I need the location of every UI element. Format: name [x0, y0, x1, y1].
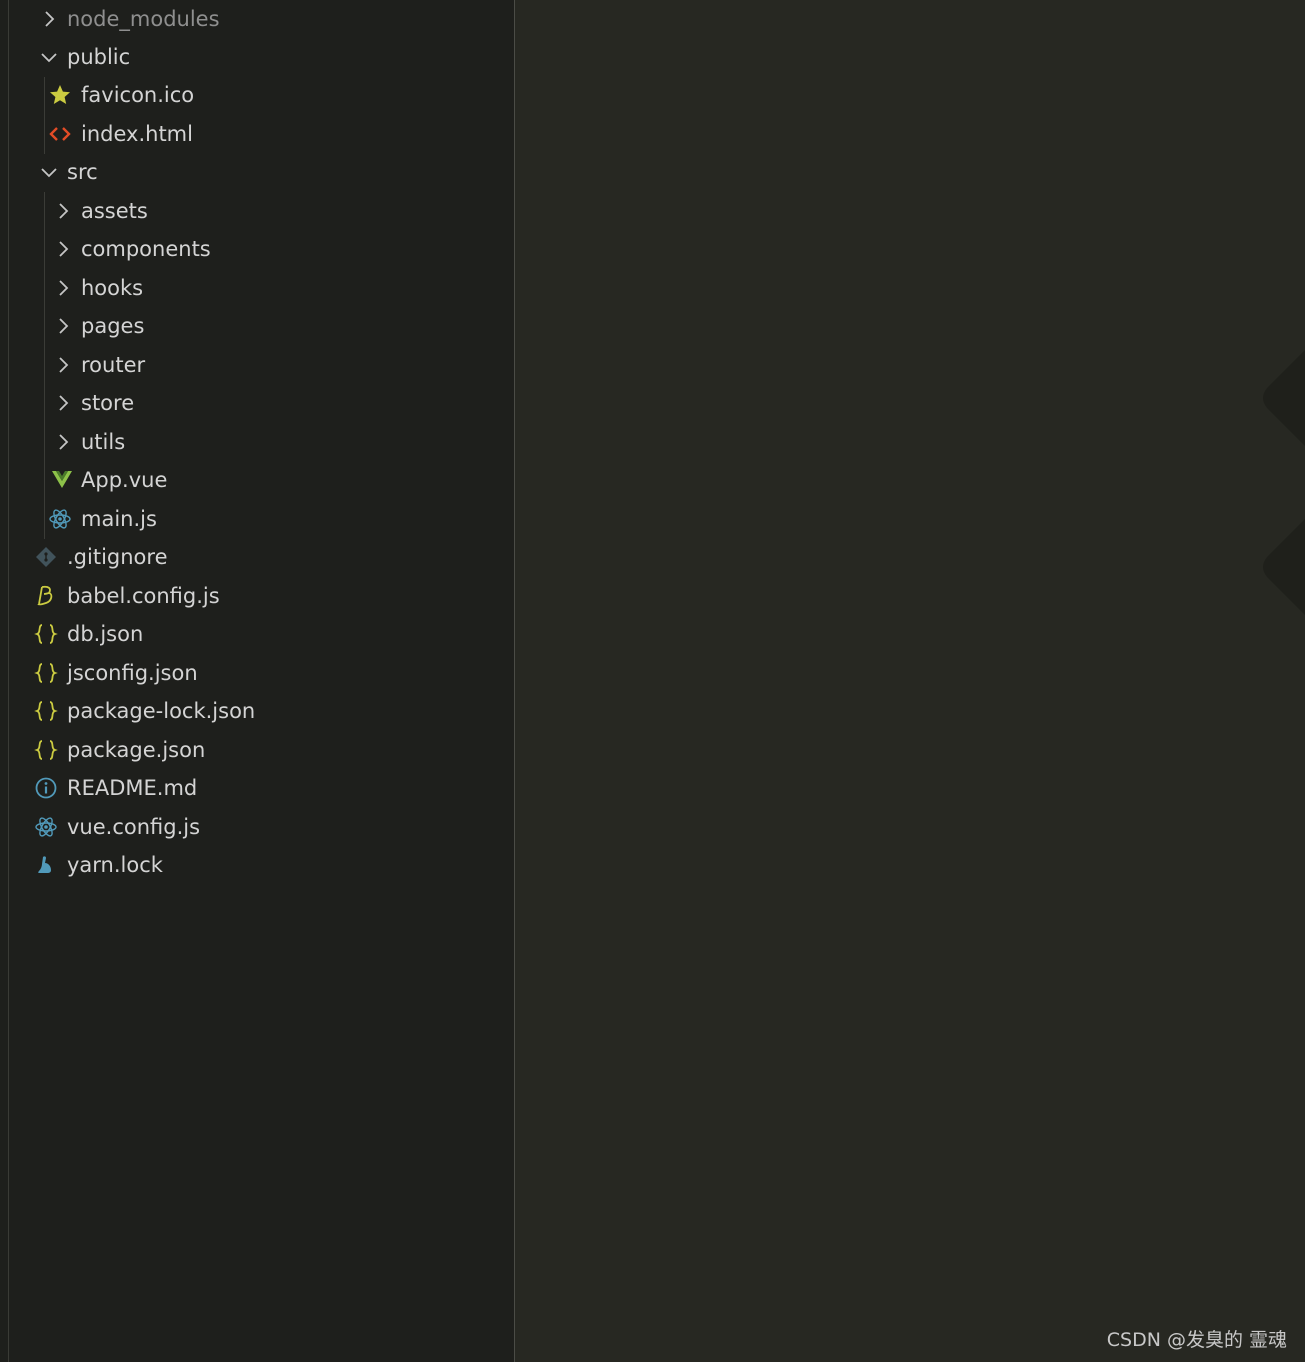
vue-icon	[52, 471, 72, 488]
json-braces-icon	[34, 740, 58, 760]
tree-item-label: src	[67, 160, 98, 184]
tree-item-package-json[interactable]: package.json	[0, 731, 514, 769]
tree-item-label: node_modules	[67, 7, 220, 31]
tree-item-label: main.js	[81, 507, 157, 531]
watermark-shape-top	[1263, 350, 1305, 446]
info-icon	[35, 777, 57, 799]
tree-item-public[interactable]: public	[0, 38, 514, 76]
tree-item-label: utils	[81, 430, 126, 454]
tree-item-label: App.vue	[81, 468, 168, 492]
tree-item-router[interactable]: router	[0, 346, 514, 384]
tree-item-favicon[interactable]: favicon.ico	[0, 76, 514, 114]
tree-item-index-html[interactable]: index.html	[0, 115, 514, 153]
tree-item-src[interactable]: src	[0, 153, 514, 191]
tree-item-yarn-lock[interactable]: yarn.lock	[0, 846, 514, 884]
git-icon	[36, 547, 56, 567]
file-explorer: node_modules public favicon.ico index.ht…	[0, 0, 515, 1362]
tree-item-label: .gitignore	[67, 545, 168, 569]
tree-item-label: yarn.lock	[67, 853, 163, 877]
tree-item-db-json[interactable]: db.json	[0, 615, 514, 653]
tree-item-label: favicon.ico	[81, 83, 195, 107]
tree-item-utils[interactable]: utils	[0, 423, 514, 461]
star-icon	[50, 85, 70, 104]
babel-icon	[37, 585, 53, 606]
tree-item-label: store	[81, 391, 135, 415]
editor-area	[515, 0, 1305, 1362]
chevron-right-icon	[59, 434, 69, 450]
tree-item-components[interactable]: components	[0, 230, 514, 268]
tree-item-label: hooks	[81, 276, 144, 300]
chevron-right-icon	[59, 280, 69, 296]
tree-item-app-vue[interactable]: App.vue	[0, 461, 514, 499]
tree-item-gitignore[interactable]: .gitignore	[0, 538, 514, 576]
tree-item-label: package.json	[67, 738, 206, 762]
react-atom-icon	[49, 509, 71, 529]
tree-item-label: index.html	[81, 122, 193, 146]
chevron-down-icon	[41, 53, 57, 63]
tree-item-store[interactable]: store	[0, 384, 514, 422]
tree-item-label: db.json	[67, 622, 144, 646]
tree-item-label: components	[81, 237, 211, 261]
watermark-shape-bottom	[1263, 519, 1305, 615]
json-braces-icon	[34, 624, 58, 644]
chevron-right-icon	[59, 357, 69, 373]
tree-item-label: public	[67, 45, 131, 69]
chevron-right-icon	[59, 395, 69, 411]
tree-item-label: pages	[81, 314, 145, 338]
tree-item-node-modules[interactable]: node_modules	[0, 0, 514, 38]
tree-item-assets[interactable]: assets	[0, 192, 514, 230]
json-braces-icon	[34, 663, 58, 683]
tree-item-hooks[interactable]: hooks	[0, 269, 514, 307]
html-tag-icon	[49, 127, 71, 141]
tree-item-jsconfig-json[interactable]: jsconfig.json	[0, 654, 514, 692]
tree-item-pages[interactable]: pages	[0, 307, 514, 345]
chevron-right-icon	[59, 203, 69, 219]
tree-item-vue-config[interactable]: vue.config.js	[0, 808, 514, 846]
tree-item-label: babel.config.js	[67, 584, 220, 608]
tree-item-main-js[interactable]: main.js	[0, 500, 514, 538]
csdn-watermark: CSDN @发臭的 霊魂	[1106, 1329, 1287, 1351]
react-atom-icon	[35, 817, 57, 837]
yarn-icon	[38, 856, 51, 873]
tree-item-babel-config[interactable]: babel.config.js	[0, 577, 514, 615]
tree-item-label: jsconfig.json	[67, 661, 198, 685]
tree-item-package-lock-json[interactable]: package-lock.json	[0, 692, 514, 730]
json-braces-icon	[34, 701, 58, 721]
chevron-right-icon	[59, 318, 69, 334]
tree-item-label: router	[81, 353, 146, 377]
tree-item-readme[interactable]: README.md	[0, 769, 514, 807]
tree-item-label: README.md	[67, 776, 198, 800]
chevron-right-icon	[59, 241, 69, 257]
tree-item-label: vue.config.js	[67, 815, 201, 839]
tree-item-label: assets	[81, 199, 148, 223]
chevron-right-icon	[45, 11, 55, 27]
tree-item-label: package-lock.json	[67, 699, 256, 723]
chevron-down-icon	[41, 168, 57, 178]
